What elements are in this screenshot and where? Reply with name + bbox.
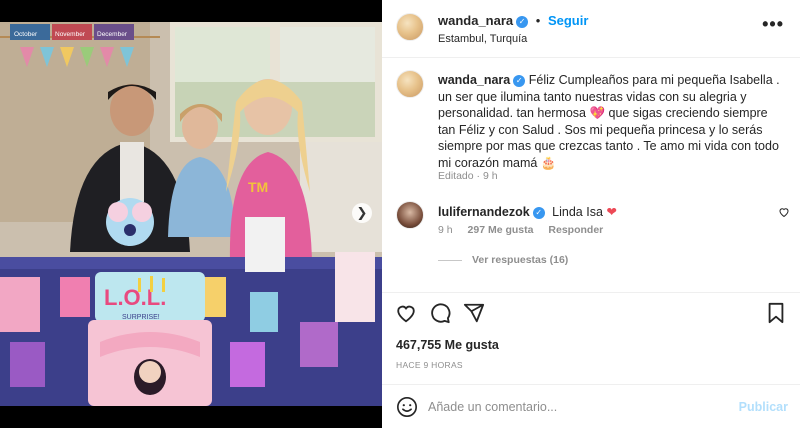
post-modal: October November December TM L.O.L. SURP… (0, 0, 800, 428)
heart-icon[interactable] (394, 301, 418, 325)
svg-text:TM: TM (248, 179, 268, 195)
comment-text: Linda Isa (552, 205, 603, 219)
commenter-username[interactable]: lulifernandezok (438, 205, 530, 219)
commenter-avatar[interactable] (396, 201, 424, 229)
cake-logo-text: L.O.L. (104, 285, 166, 310)
share-icon[interactable] (462, 301, 486, 325)
author-username-text[interactable]: wanda_nara (438, 13, 513, 28)
view-replies-button[interactable]: Ver respuestas (16) (438, 254, 568, 266)
next-slide-button[interactable]: ❯ (352, 203, 372, 223)
comment-input[interactable] (428, 395, 728, 419)
author-avatar[interactable] (396, 13, 424, 41)
follow-button[interactable]: Seguir (548, 13, 588, 28)
verified-badge-icon: ✓ (516, 15, 529, 28)
comment-icon[interactable] (428, 301, 452, 325)
cake-logo-subtext: SURPRISE! (122, 314, 160, 321)
comments-section: wanda_nara ✓ Féliz Cumpleaños para mi peq… (382, 58, 800, 290)
emoji-icon[interactable] (396, 396, 418, 418)
party-photo-illustration: October November December TM L.O.L. SURP… (0, 22, 382, 406)
comment-heart-icon[interactable] (778, 206, 790, 221)
comment-time: 9 h (438, 224, 453, 236)
action-bar (382, 292, 800, 332)
reply-button[interactable]: Responder (548, 224, 603, 236)
likes-count[interactable]: 467,755 Me gusta (396, 338, 499, 352)
ellipsis-icon[interactable]: ••• (762, 14, 784, 35)
bookmark-icon[interactable] (764, 301, 788, 325)
post-sidebar: wanda_nara ✓ • Seguir Estambul, Turquía •… (382, 0, 800, 428)
caption-text: Féliz Cumpleaños para mi pequeña Isabell… (438, 73, 780, 170)
comment-meta: 9 h 297 Me gusta Responder (438, 224, 603, 236)
banner-month-2: November (55, 31, 86, 38)
caption-author-avatar[interactable] (396, 70, 424, 98)
publish-button[interactable]: Publicar (739, 400, 788, 414)
post-photo[interactable]: October November December TM L.O.L. SURP… (0, 22, 382, 406)
banner-month-3: December (97, 31, 128, 38)
post-caption: wanda_nara ✓ Féliz Cumpleaños para mi peq… (438, 72, 783, 171)
comment-composer: Publicar (382, 384, 800, 428)
caption-username[interactable]: wanda_nara (438, 73, 510, 87)
caption-meta: Editado · 9 h (438, 170, 498, 182)
author-username[interactable]: wanda_nara ✓ • Seguir (438, 13, 588, 28)
verified-badge-icon: ✓ (513, 74, 526, 87)
chevron-right-icon: ❯ (356, 205, 368, 220)
post-location[interactable]: Estambul, Turquía (438, 33, 527, 45)
comment: lulifernandezok ✓ Linda Isa ❤ (438, 204, 617, 219)
comment-likes[interactable]: 297 Me gusta (468, 224, 534, 236)
verified-badge-icon: ✓ (532, 206, 545, 219)
post-header: wanda_nara ✓ • Seguir Estambul, Turquía •… (382, 0, 800, 58)
replies-divider (438, 259, 462, 261)
red-heart-emoji: ❤ (606, 205, 617, 219)
banner-month-1: October (14, 31, 38, 38)
separator-dot: • (535, 13, 541, 28)
post-timestamp: HACE 9 HORAS (396, 360, 463, 370)
view-replies-label[interactable]: Ver respuestas (16) (472, 254, 568, 266)
